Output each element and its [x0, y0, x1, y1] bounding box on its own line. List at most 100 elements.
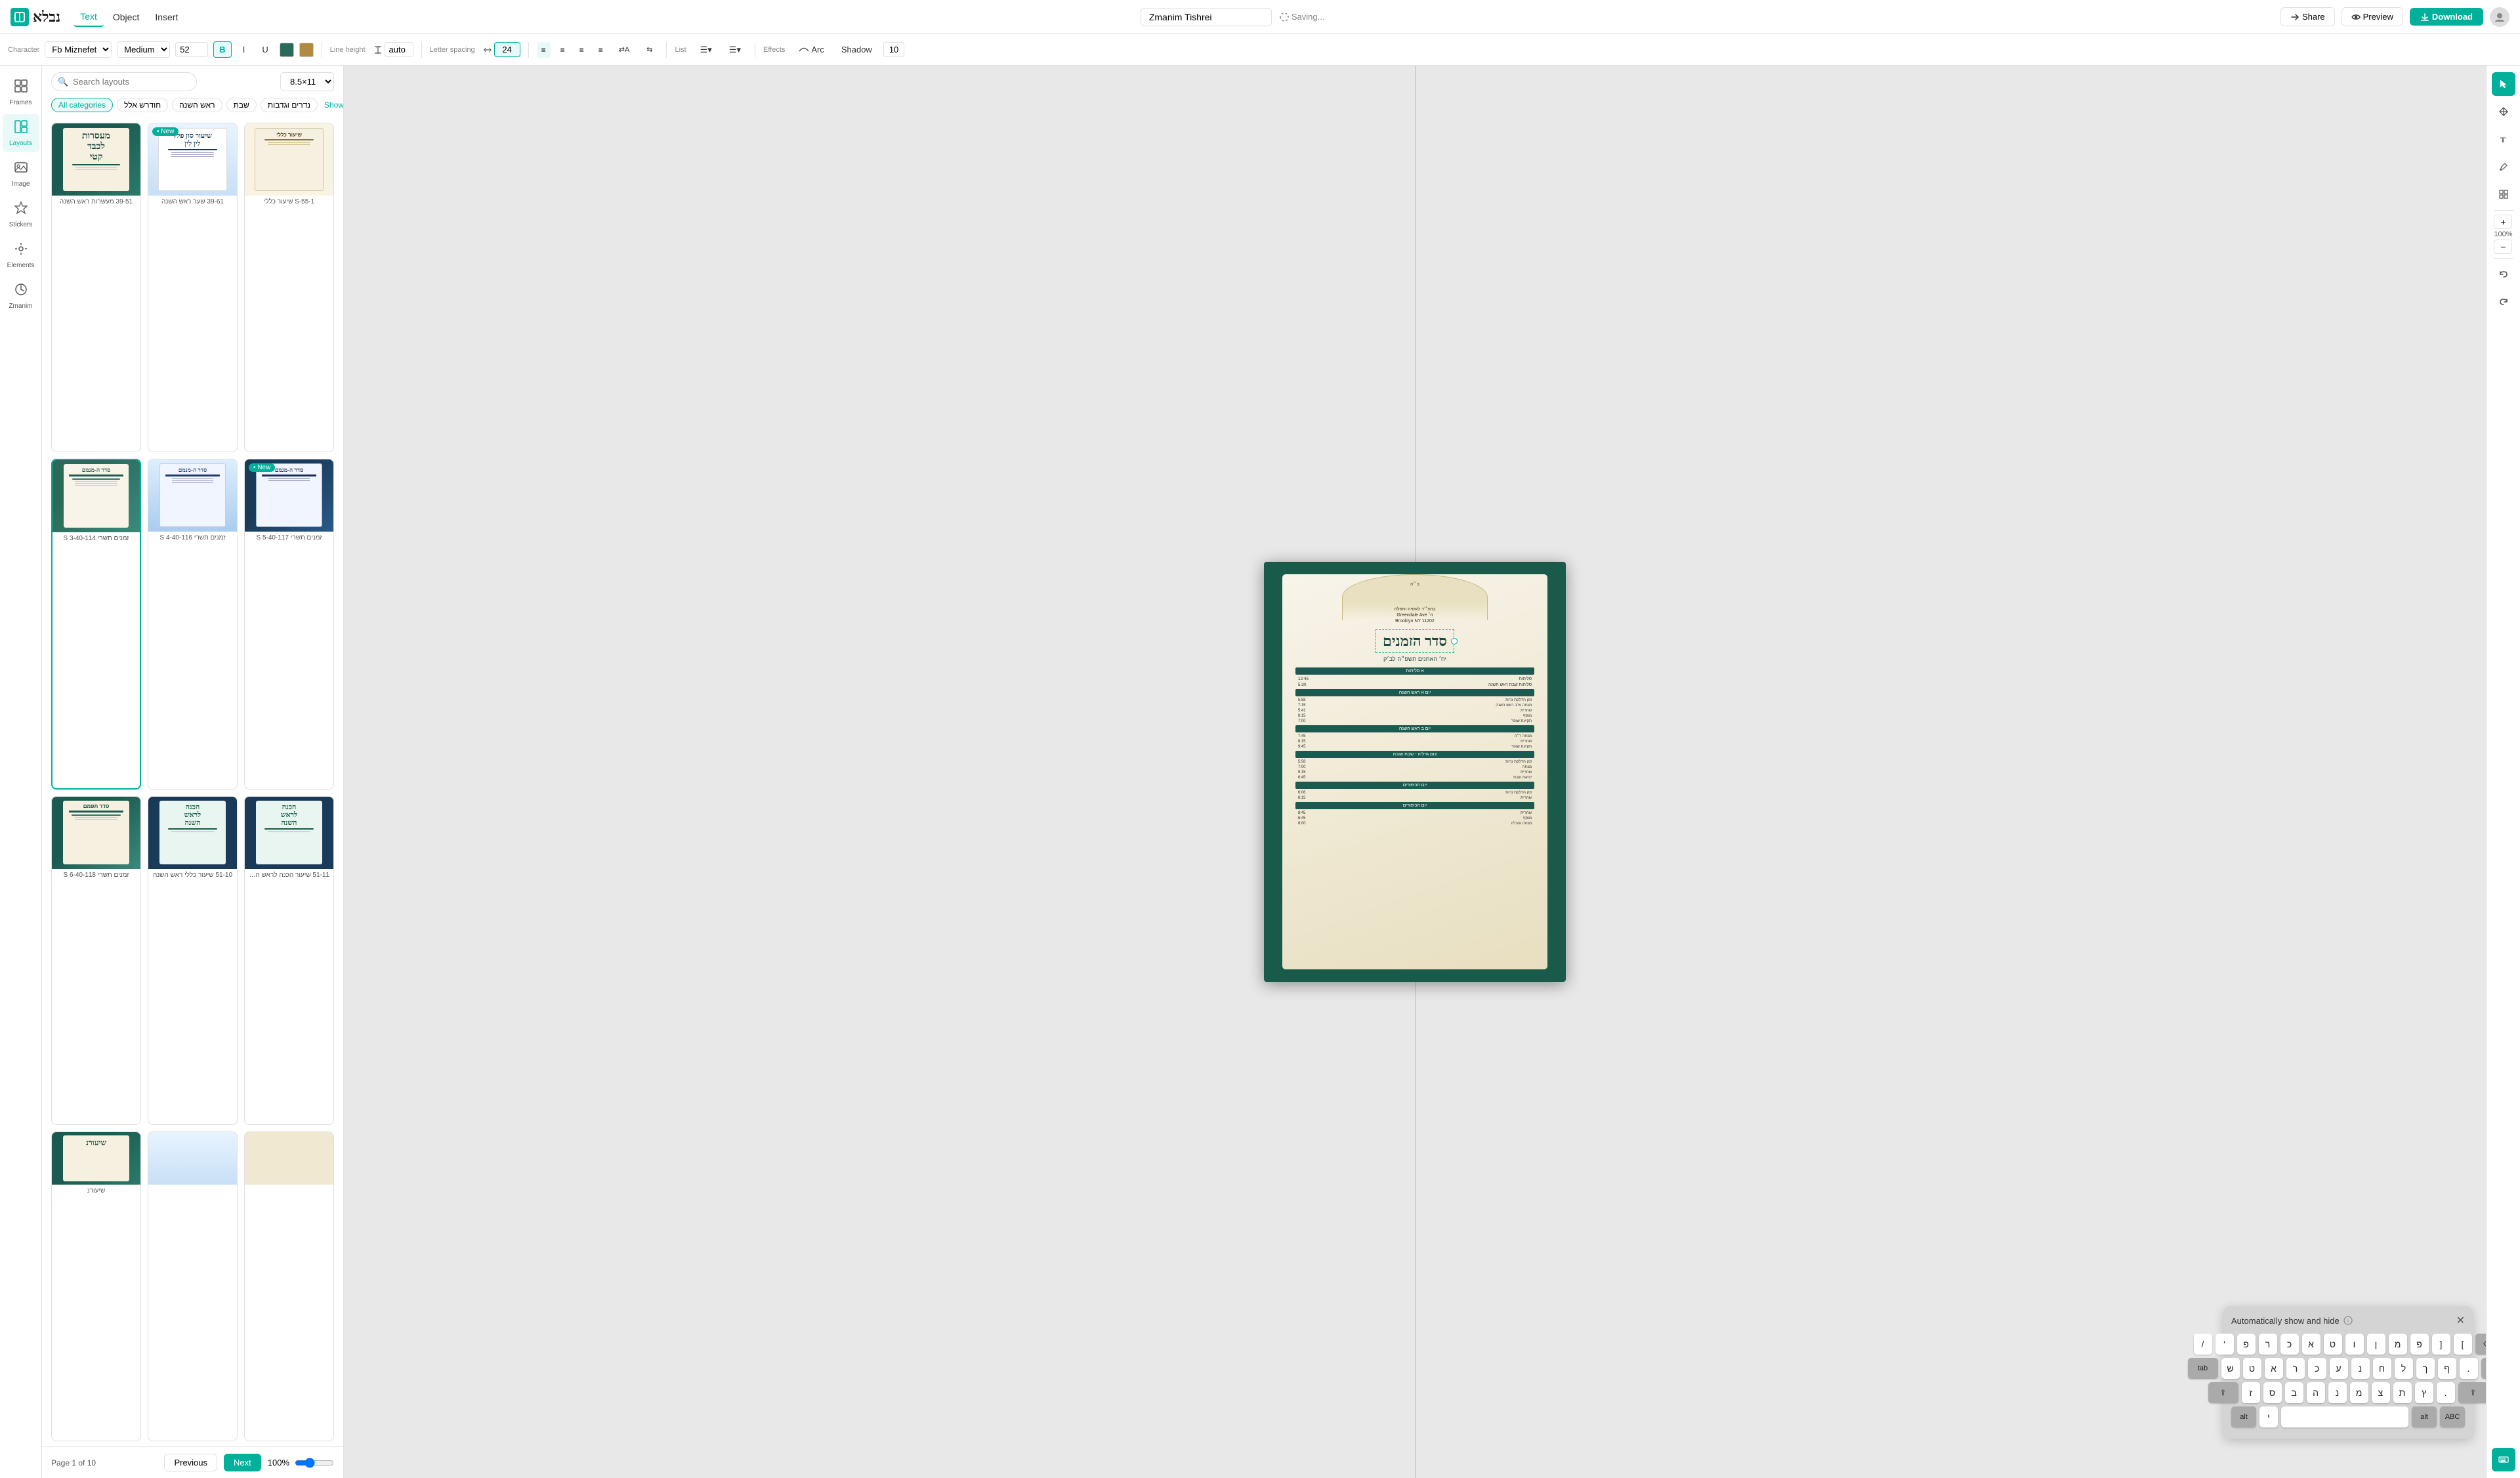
next-button[interactable]: Next: [224, 1454, 261, 1471]
filter-all[interactable]: All categories: [51, 98, 113, 112]
sidebar-item-elements[interactable]: Elements: [3, 236, 39, 274]
layout-card-10[interactable]: שיעורנ שיעורנ: [51, 1131, 141, 1441]
kb-key-samech[interactable]: ס: [2263, 1382, 2282, 1403]
layout-card-8[interactable]: הכנהלראשהשנה 51-10 שיעור כללי ראש השנה: [148, 796, 238, 1126]
kb-key-period[interactable]: .: [2460, 1358, 2478, 1379]
nav-insert[interactable]: Insert: [148, 8, 184, 26]
kb-key-nun2[interactable]: נ: [2328, 1382, 2347, 1403]
arc-button[interactable]: Arc: [793, 41, 830, 58]
underline-button[interactable]: U: [256, 41, 274, 58]
kb-key-pe2[interactable]: פ: [2410, 1334, 2429, 1355]
doc-title-input[interactable]: [1141, 8, 1272, 26]
layout-card-11[interactable]: [148, 1131, 238, 1441]
kb-key-kaf-sofit[interactable]: ך: [2416, 1358, 2435, 1379]
kb-key-quote[interactable]: ': [2216, 1334, 2234, 1355]
kb-key-resh2[interactable]: ר: [2286, 1358, 2305, 1379]
keyboard-close-button[interactable]: ✕: [2456, 1314, 2465, 1327]
kb-key-tsadi-sofit[interactable]: ץ: [2415, 1382, 2433, 1403]
layout-card-1[interactable]: מעסרותלכבדקטי 39-51 מעשרות ראש השנה: [51, 123, 141, 452]
line-height-value[interactable]: auto: [385, 42, 413, 57]
filter-shabbat[interactable]: שבת: [226, 98, 257, 112]
kb-key-shift-l[interactable]: ⇧: [2208, 1382, 2238, 1403]
kb-key-pe-sofit[interactable]: ף: [2438, 1358, 2456, 1379]
kb-key-tsadi[interactable]: צ: [2372, 1382, 2390, 1403]
kb-key-vav[interactable]: ו: [2345, 1334, 2364, 1355]
align-center-button[interactable]: ≡: [556, 42, 570, 58]
prev-button[interactable]: Previous: [164, 1454, 217, 1471]
undo-button[interactable]: [2492, 263, 2515, 286]
effects-value[interactable]: 10: [883, 42, 904, 57]
kb-key-alef2[interactable]: א: [2265, 1358, 2283, 1379]
kb-key-nun-sofit[interactable]: ן: [2367, 1334, 2385, 1355]
draw-tool-button[interactable]: [2492, 155, 2515, 179]
kb-key-mem[interactable]: מ: [2389, 1334, 2407, 1355]
kb-key-nun[interactable]: נ: [2351, 1358, 2370, 1379]
kb-key-tab[interactable]: tab: [2188, 1358, 2218, 1379]
size-selector[interactable]: 8.5×11: [280, 72, 334, 91]
kb-key-del[interactable]: ⌫: [2475, 1334, 2487, 1355]
select-tool-button[interactable]: [2492, 72, 2515, 96]
kb-key-shin[interactable]: ש: [2221, 1358, 2240, 1379]
kb-key-he[interactable]: ה: [2307, 1382, 2325, 1403]
search-input[interactable]: [51, 72, 197, 91]
kb-key-alef[interactable]: א: [2302, 1334, 2320, 1355]
filter-rosh-hashana[interactable]: ראש השנה: [172, 98, 222, 112]
grid-tool-button[interactable]: [2492, 182, 2515, 206]
layout-card-4[interactable]: סדר ה-מנמם זמנים תשרי 40-114-S 3: [51, 459, 141, 790]
bold-button[interactable]: B: [213, 41, 231, 58]
italic-button[interactable]: I: [237, 41, 251, 58]
sidebar-item-frames[interactable]: Frames: [3, 74, 39, 112]
align-left-button[interactable]: ≡: [537, 42, 551, 58]
share-button[interactable]: Share: [2280, 7, 2335, 26]
layout-card-5[interactable]: סדר ה-מנמם זמנים תשרי 40-116-S 4: [148, 459, 238, 790]
kb-key-bracket-r[interactable]: ]: [2432, 1334, 2450, 1355]
filter-tag-1[interactable]: חודרש אלל: [117, 98, 168, 112]
kb-key-slash[interactable]: /: [2194, 1334, 2212, 1355]
font-weight-select[interactable]: Medium: [117, 41, 170, 58]
align-right-button[interactable]: ≡: [575, 42, 589, 58]
kb-key-kaf[interactable]: כ: [2280, 1334, 2299, 1355]
sidebar-item-zmanim[interactable]: Zmanim: [3, 277, 39, 315]
download-button[interactable]: Download: [2410, 8, 2483, 26]
show-all-link[interactable]: Show all: [324, 100, 343, 110]
letter-spacing-value[interactable]: 24: [494, 42, 520, 57]
kb-key-pe[interactable]: פ: [2237, 1334, 2256, 1355]
avatar[interactable]: [2490, 7, 2510, 27]
kb-key-shift-r[interactable]: ⇧: [2458, 1382, 2487, 1403]
kb-key-ayin[interactable]: ע: [2330, 1358, 2348, 1379]
kb-key-resh[interactable]: ר: [2259, 1334, 2277, 1355]
layout-card-3[interactable]: שיעור כללי 55-1-S שיעור כללי: [244, 123, 334, 452]
kb-key-tet[interactable]: ט: [2324, 1334, 2342, 1355]
kb-key-abc[interactable]: ABC: [2440, 1406, 2465, 1427]
kb-key-mem2[interactable]: מ: [2350, 1382, 2368, 1403]
text-color-swatch[interactable]: [280, 43, 294, 57]
text-direction-button[interactable]: ⇄A: [613, 42, 636, 57]
list-unordered-button[interactable]: ☰▾: [694, 41, 718, 58]
keyboard-toggle-button[interactable]: [2492, 1448, 2515, 1471]
layout-card-9[interactable]: הכנהלראשהשנה 51-11 שיעור הכנה לראש השנה: [244, 796, 334, 1126]
rtl-button[interactable]: ⇆: [640, 42, 658, 57]
kb-key-zayin[interactable]: ז: [2242, 1382, 2260, 1403]
kb-key-enter[interactable]: ↩: [2481, 1358, 2487, 1379]
kb-key-tet2[interactable]: ט: [2243, 1358, 2261, 1379]
sidebar-item-stickers[interactable]: Stickers: [3, 196, 39, 234]
stroke-color-swatch[interactable]: [299, 43, 314, 57]
zoom-slider[interactable]: [295, 1458, 334, 1468]
nav-object[interactable]: Object: [106, 8, 146, 26]
text-tool-button[interactable]: T: [2492, 127, 2515, 151]
kb-key-period2[interactable]: .: [2437, 1382, 2455, 1403]
kb-key-kaf2[interactable]: כ: [2308, 1358, 2326, 1379]
kb-key-yod[interactable]: י: [2259, 1406, 2278, 1427]
kb-key-bet[interactable]: ב: [2285, 1382, 2303, 1403]
kb-key-het[interactable]: ח: [2373, 1358, 2391, 1379]
preview-button[interactable]: Preview: [2342, 7, 2403, 26]
zoom-out-button[interactable]: −: [2494, 240, 2512, 254]
kb-key-alt-l[interactable]: alt: [2231, 1406, 2256, 1427]
kb-key-alt-r[interactable]: alt: [2412, 1406, 2437, 1427]
redo-button[interactable]: [2492, 290, 2515, 314]
kb-key-bracket-l[interactable]: [: [2454, 1334, 2472, 1355]
layout-card-7[interactable]: סדר תפמם זמנים תשרי 40-118-S 6: [51, 796, 141, 1126]
kb-key-tav[interactable]: ת: [2393, 1382, 2412, 1403]
layout-card-12[interactable]: [244, 1131, 334, 1441]
pan-tool-button[interactable]: [2492, 100, 2515, 123]
